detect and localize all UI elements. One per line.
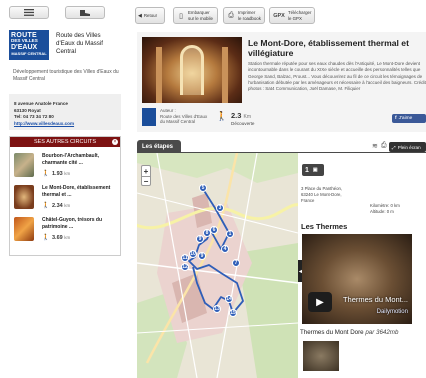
address-city: 63130 Royat xyxy=(14,107,41,113)
stage-title: Les Thermes xyxy=(301,222,348,231)
print-icon[interactable]: ⎙ xyxy=(381,142,387,150)
menu-icon xyxy=(24,9,34,16)
circuit-thumbnail xyxy=(14,217,34,241)
circuit-item[interactable]: Le Mont-Dore, établissement thermal et .… xyxy=(14,185,118,217)
circuit-thumbnail xyxy=(14,185,34,209)
video-caption: Thermes du Mont Dore par 3642mb xyxy=(300,329,399,336)
map-marker[interactable]: 9 xyxy=(196,235,204,243)
circuit-distance: 3.69 xyxy=(52,235,63,241)
hiker-icon: 🚶 xyxy=(42,171,50,177)
tab-stages[interactable]: Les étapes xyxy=(137,140,181,153)
boot-icon xyxy=(80,9,90,16)
circuit-mode: Découverte xyxy=(231,121,255,126)
circuit-name: Châtel-Guyon, trésors du patrimoine ... xyxy=(42,217,103,230)
menu-button[interactable] xyxy=(9,6,49,19)
map-marker[interactable]: 1 xyxy=(226,230,234,238)
hiking-menu-button[interactable] xyxy=(65,6,105,19)
circuits-title: SES AUTRES CIRCUITS xyxy=(33,139,97,145)
other-circuits-panel: SES AUTRES CIRCUITS × Bourbon-l'Archamba… xyxy=(9,136,121,256)
circuit-thumbnail xyxy=(14,153,34,177)
dailymotion-logo: Dailymotion xyxy=(376,309,408,315)
expand-icon: ⤢ xyxy=(392,144,396,150)
layers-icon[interactable]: ≋ xyxy=(372,142,378,150)
circuit-item[interactable]: Bourbon-l'Archambault, charmante cité ..… xyxy=(14,153,118,185)
map-marker[interactable]: 13 xyxy=(213,305,221,313)
download-gpx-button[interactable]: GPX Télécharger le GPX xyxy=(269,7,315,24)
stage-stats: Kilomètre: 0 km Altitude: 0 m xyxy=(370,203,426,215)
print-roadbook-button[interactable]: ⎙ Imprimer le roadbook xyxy=(223,7,265,24)
phone: Tel: 04 73 34 72 80 xyxy=(14,114,54,120)
author-logo xyxy=(142,108,156,126)
map-marker[interactable]: 4 xyxy=(221,245,229,253)
chevron-left-icon: ◀ xyxy=(138,12,142,19)
photo-icon: ▣ xyxy=(312,167,318,173)
site-name: Route des Villes d'Eaux du Massif Centra… xyxy=(56,32,103,55)
stage-address: 3 Place du Panthéon, 63240 Le Mont-Dore,… xyxy=(301,186,343,203)
stage-photo-thumbnail[interactable] xyxy=(303,341,339,371)
circuit-title: Le Mont-Dore, établissement thermal et v… xyxy=(248,38,409,59)
contact-box: 8 avenue Anatole France 63130 Royat Tel:… xyxy=(9,94,121,130)
map-marker[interactable]: 6 xyxy=(210,226,218,234)
circuit-photo[interactable] xyxy=(142,37,242,103)
map-background xyxy=(137,153,298,378)
zoom-in-button[interactable]: + xyxy=(142,166,150,176)
printer-icon: ⎙ xyxy=(228,11,234,19)
map-marker[interactable]: 11 xyxy=(181,254,189,262)
hiker-icon: 🚶 xyxy=(216,111,228,121)
play-button[interactable]: ▶ xyxy=(308,292,332,312)
circuit-item[interactable]: Châtel-Guyon, trésors du patrimoine ... … xyxy=(14,217,118,249)
close-icon[interactable]: × xyxy=(112,139,118,145)
map-marker[interactable]: 15 xyxy=(229,309,237,317)
video-player[interactable]: ▶ Thermes du Mont... Dailymotion xyxy=(302,234,412,324)
mobile-icon: ▯ xyxy=(179,12,183,20)
route-villes-eaux-logo[interactable]: ROUTE DES VILLES D'EAUX MASSIF CENTRAL xyxy=(9,30,49,60)
map-marker[interactable]: 5 xyxy=(199,184,207,192)
map-marker[interactable]: 14 xyxy=(225,295,233,303)
circuit-description: Station thermale réputée pour ses eaux c… xyxy=(248,61,426,92)
author-info[interactable]: Auteur : Route des Villes d'Eaux du Mass… xyxy=(160,108,212,125)
facebook-icon: f xyxy=(395,116,397,121)
map-marker[interactable]: 3 xyxy=(216,204,224,212)
circuit-distance: 2.3 Km xyxy=(231,111,252,120)
video-title: Thermes du Mont... xyxy=(342,295,408,304)
zoom-out-button[interactable]: − xyxy=(142,176,150,186)
map-marker[interactable]: 7 xyxy=(232,259,240,267)
address-line: 8 avenue Anatole France xyxy=(14,101,68,106)
website-link[interactable]: http://www.villesdeaux.com xyxy=(14,121,74,126)
hiker-icon: 🚶 xyxy=(42,235,50,241)
fullscreen-button[interactable]: ⤢ Plein écran xyxy=(389,142,426,152)
stage-altitude: Altitude: 0 m xyxy=(370,209,394,215)
step-badge: 1 ▣ xyxy=(302,164,324,176)
hiker-icon: 🚶 xyxy=(42,203,50,209)
circuit-name: Le Mont-Dore, établissement thermal et .… xyxy=(42,185,111,198)
circuits-header: SES AUTRES CIRCUITS × xyxy=(10,137,120,147)
back-button[interactable]: ◀ Retour xyxy=(135,7,165,24)
zoom-control: + − xyxy=(141,165,151,186)
embed-mobile-button[interactable]: ▯ Embarquer sur le mobile xyxy=(173,7,218,24)
circuit-distance: 1.93 xyxy=(52,171,63,177)
map-marker[interactable]: 10 xyxy=(189,250,197,258)
site-description: Développement touristique des Villes d'E… xyxy=(13,69,119,82)
route-map[interactable]: + − 5 3 1 8 6 9 4 7 9 11 10 12 14 13 15 xyxy=(137,153,298,378)
circuit-distance: 2.34 xyxy=(52,203,63,209)
gpx-icon: GPX xyxy=(273,12,285,19)
facebook-like-button[interactable]: f J'aime xyxy=(392,114,426,123)
circuit-name: Bourbon-l'Archambault, charmante cité ..… xyxy=(42,153,100,166)
map-marker[interactable]: 12 xyxy=(181,263,189,271)
map-marker[interactable]: 9 xyxy=(198,252,206,260)
